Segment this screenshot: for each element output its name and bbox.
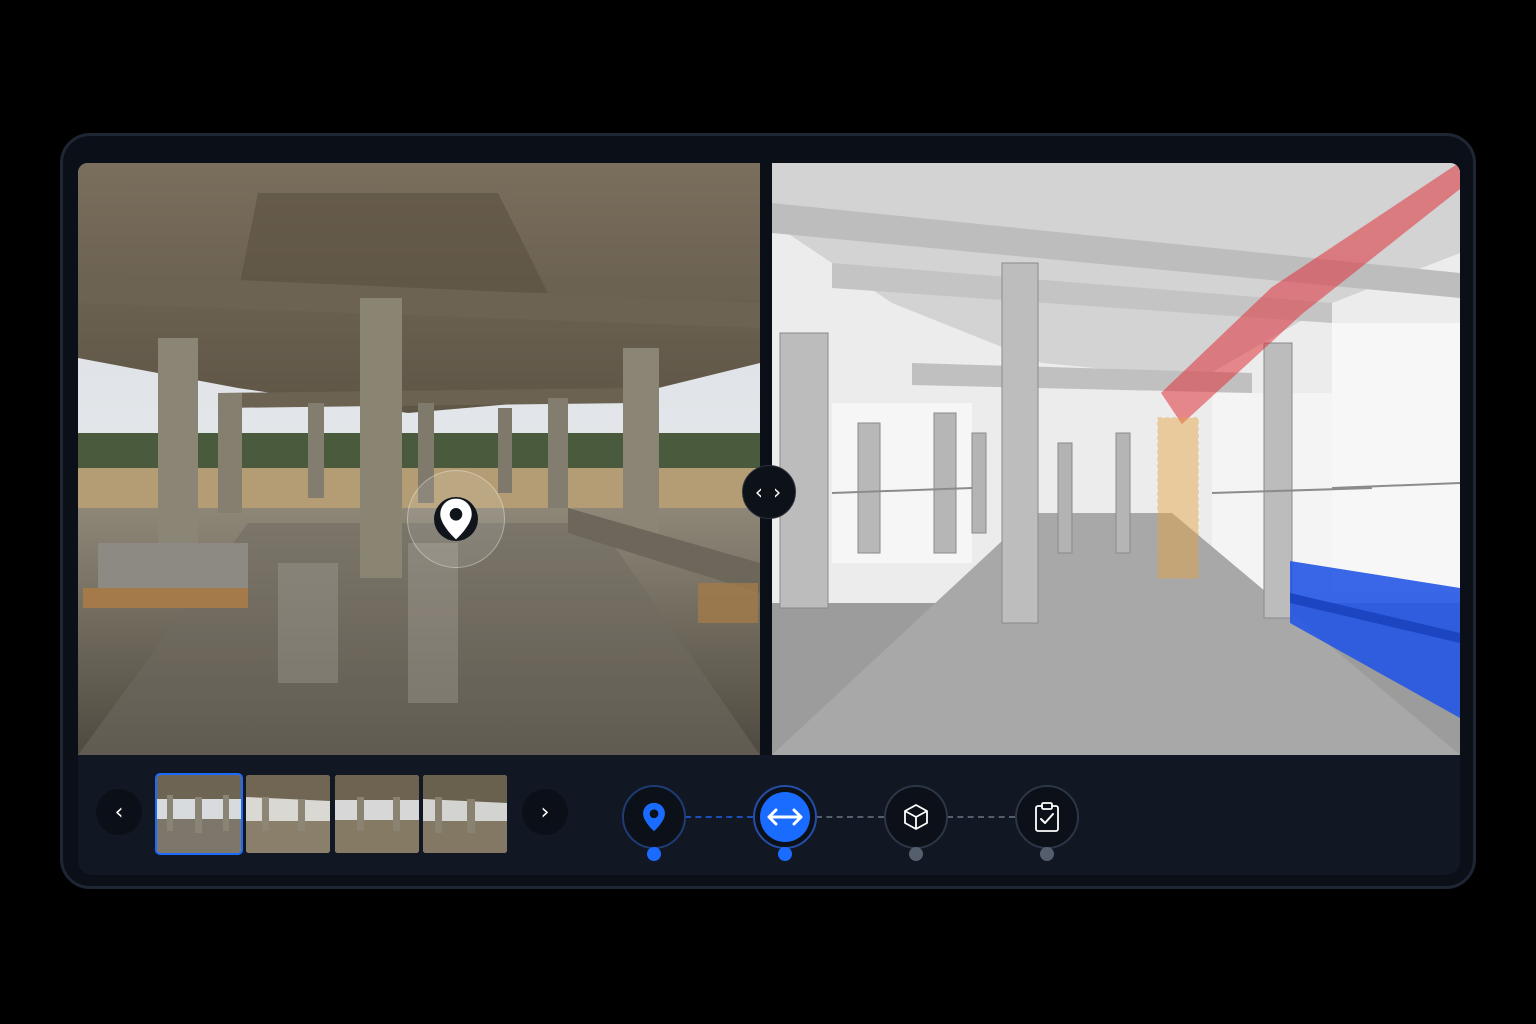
step-verify[interactable]: [1015, 785, 1079, 849]
step-connector: [685, 816, 753, 818]
step-compare[interactable]: [753, 785, 817, 849]
step-connector: [816, 816, 884, 818]
site-photo: [78, 163, 760, 755]
step-locate[interactable]: [622, 785, 686, 849]
compare-slider-handle[interactable]: ‹ ›: [742, 465, 796, 519]
thumbnail-4[interactable]: [423, 775, 507, 853]
map-pin-icon: [643, 802, 665, 832]
thumbnail-image: [423, 775, 507, 853]
chevron-right-icon: ›: [540, 799, 550, 825]
step-status-dot: [909, 847, 923, 861]
site-photo-view[interactable]: [78, 163, 760, 755]
map-pin-icon: [440, 498, 472, 540]
bim-model: [772, 163, 1460, 755]
step-status-dot: [1040, 847, 1054, 861]
filmstrip-prev-button[interactable]: ‹: [96, 789, 142, 835]
compare-arrows-icon: ‹ ›: [754, 480, 784, 504]
thumbnail-image: [157, 775, 241, 853]
step-status-dot: [778, 847, 792, 861]
device-frame: ‹ › ‹ ›: [60, 133, 1476, 889]
thumbnail-2[interactable]: [246, 775, 330, 853]
thumbnail-3[interactable]: [335, 775, 419, 853]
thumbnail-image: [335, 775, 419, 853]
3d-cube-icon: [904, 804, 928, 830]
step-status-dot: [647, 847, 661, 861]
filmstrip-next-button[interactable]: ›: [522, 789, 568, 835]
compare-arrows-icon: [767, 808, 803, 826]
step-model[interactable]: [884, 785, 948, 849]
bottom-toolbar: ‹ ›: [78, 755, 1460, 875]
chevron-left-icon: ‹: [114, 799, 124, 825]
location-marker[interactable]: [407, 470, 505, 568]
thumbnail-1[interactable]: [155, 773, 243, 855]
bim-model-view[interactable]: [772, 163, 1460, 755]
clipboard-check-icon: [1035, 802, 1059, 832]
thumbnail-image: [246, 775, 330, 853]
step-connector: [947, 816, 1015, 818]
